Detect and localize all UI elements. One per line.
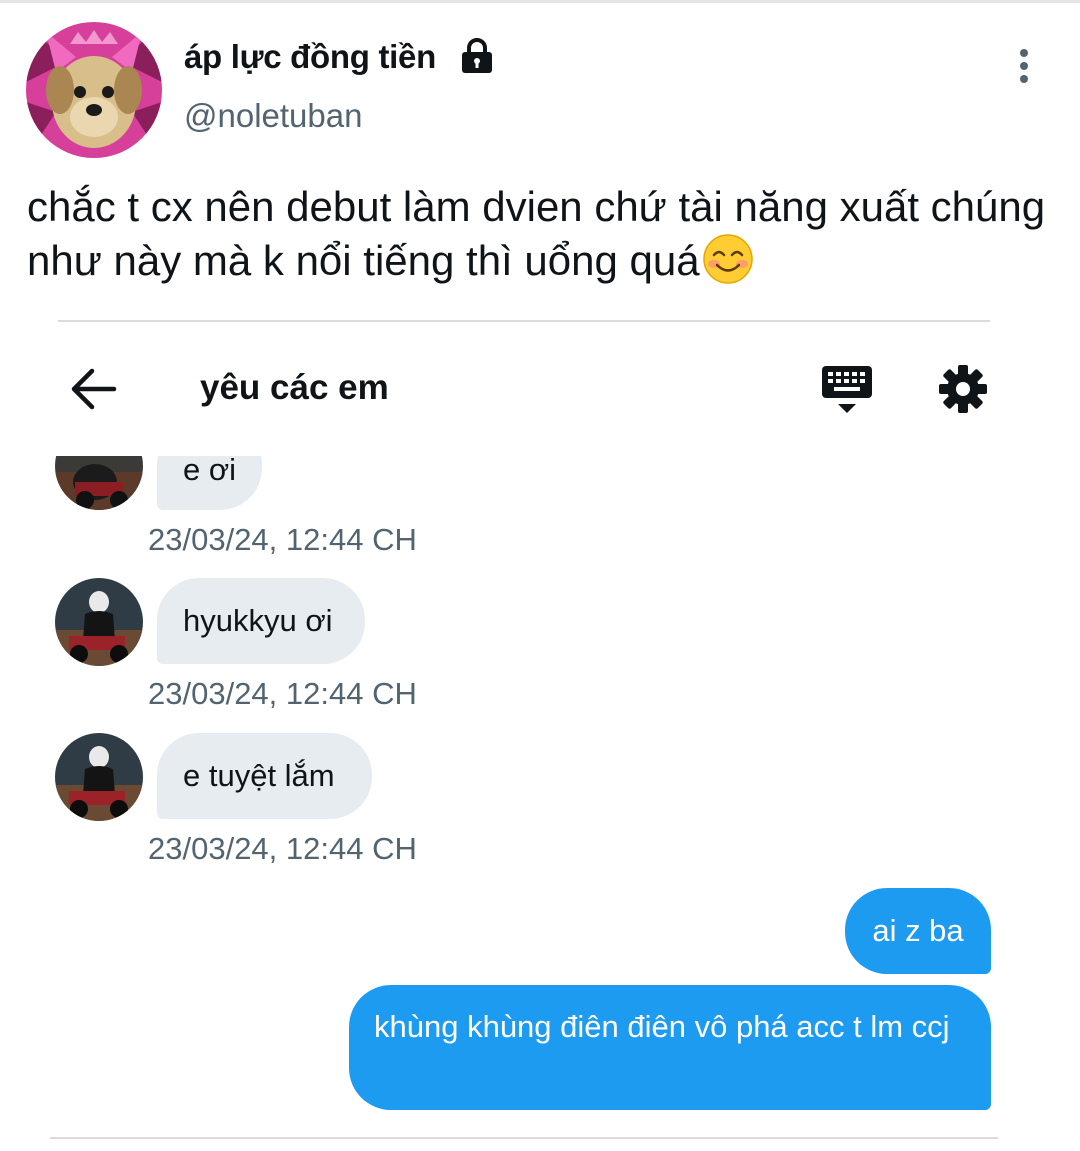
sender-avatar[interactable] — [55, 578, 143, 666]
message-timestamp: 23/03/24, 12:44 CH — [148, 676, 417, 711]
author-handle[interactable]: @noletuban — [184, 97, 362, 135]
incoming-message-bubble[interactable]: hyukkyu ơi — [157, 578, 365, 664]
tweet-text: chắc t cx nên debut làm dvien chứ tài nă… — [27, 183, 1046, 284]
conversation-title: yêu các em — [200, 368, 389, 407]
sender-avatar[interactable] — [55, 456, 143, 510]
message-text: khùng khùng điên điên vô phá acc t lm cc… — [374, 1009, 950, 1044]
media-divider-bottom — [50, 1137, 998, 1139]
incoming-message-bubble[interactable]: e ơi — [157, 456, 263, 510]
sender-avatar-image — [55, 578, 143, 666]
message-text: hyukkyu ơi — [183, 603, 333, 638]
tweet-body: chắc t cx nên debut làm dvien chứ tài nă… — [27, 180, 1047, 287]
incoming-message-bubble[interactable]: e tuyệt lắm — [157, 733, 372, 819]
sender-avatar-image — [55, 456, 143, 510]
more-vertical-icon[interactable] — [1010, 48, 1038, 84]
media-divider-top — [58, 320, 990, 322]
message-timestamp: 23/03/24, 12:44 CH — [148, 831, 417, 866]
outgoing-message-bubble[interactable]: ai z ba — [845, 888, 991, 974]
author-avatar[interactable] — [26, 22, 162, 158]
message-text: e tuyệt lắm — [183, 758, 335, 793]
message-text: e ơi — [183, 456, 237, 487]
message-1-clip: e ơi — [0, 456, 1080, 516]
smiling-face-emoji — [702, 234, 753, 284]
author-display-name[interactable]: áp lực đồng tiền — [184, 38, 436, 76]
keyboard-icon[interactable] — [820, 364, 874, 416]
sender-avatar-image — [55, 733, 143, 821]
outgoing-message-bubble[interactable]: khùng khùng điên điên vô phá acc t lm cc… — [349, 985, 991, 1110]
top-divider — [0, 0, 1080, 3]
message-timestamp: 23/03/24, 12:44 CH — [148, 522, 417, 557]
dog-avatar-image — [26, 22, 162, 158]
lock-icon — [462, 38, 492, 73]
sender-avatar[interactable] — [55, 733, 143, 821]
gear-icon[interactable] — [938, 364, 988, 414]
arrow-left-icon[interactable] — [70, 366, 118, 412]
message-text: ai z ba — [872, 913, 964, 948]
